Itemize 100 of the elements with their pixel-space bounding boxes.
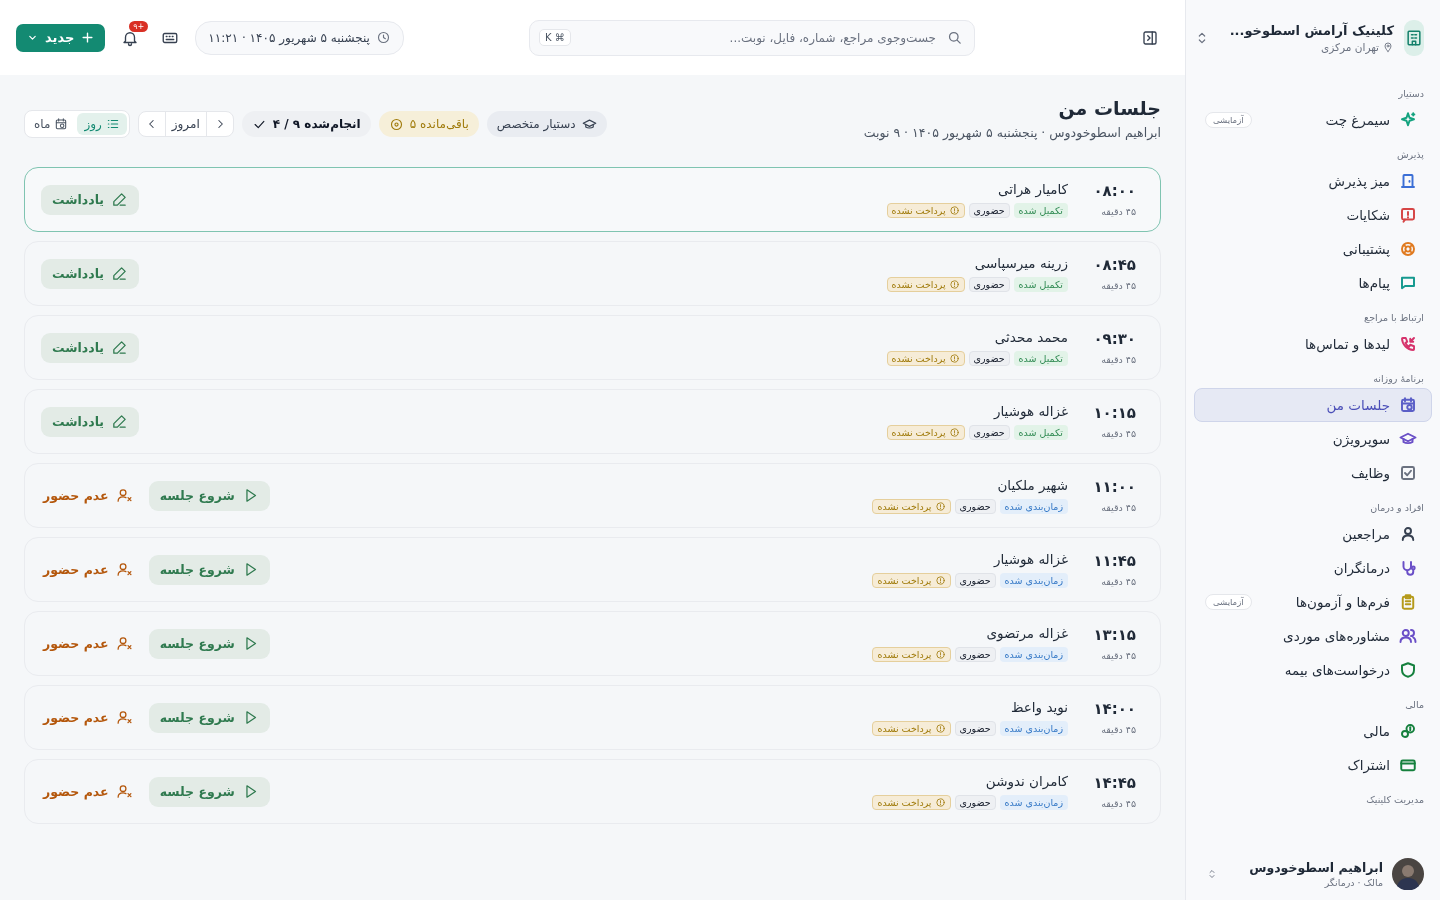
beta-badge: آزمایشی <box>1205 112 1252 128</box>
session-time: ۰۹:۳۰ <box>1092 330 1136 348</box>
info-icon <box>934 797 946 808</box>
sidebar-item[interactable]: جلسات من <box>1194 388 1432 422</box>
payment-tag: پرداخت نشده <box>886 351 965 366</box>
section-title: ارتباط با مراجع <box>1363 312 1425 323</box>
clinic-name: کلینیک آرامش اسطوخو... <box>1229 23 1394 38</box>
note-button[interactable]: یادداشت <box>41 406 140 437</box>
session-duration: ۴۵ دقیقه <box>1100 576 1136 587</box>
client-name: محمد محدثی <box>993 329 1068 345</box>
payment-tag: پرداخت نشده <box>872 721 951 736</box>
session-time: ۱۴:۴۵ <box>1092 774 1136 792</box>
sidebar-item[interactable]: سیمرغ چت آزمایشی <box>1194 103 1432 137</box>
start-session-button[interactable]: شروع جلسه <box>148 628 270 659</box>
note-button[interactable]: یادداشت <box>41 184 140 215</box>
sidebar-item[interactable]: مراجعین <box>1194 517 1432 551</box>
sidebar-item[interactable]: پیام‌ها <box>1194 266 1432 300</box>
start-session-button[interactable]: شروع جلسه <box>148 554 270 585</box>
assistant-chip[interactable]: دستیار متخصص <box>486 111 607 137</box>
session-time: ۰۸:۴۵ <box>1092 256 1136 274</box>
session-time: ۱۳:۱۵ <box>1092 626 1136 644</box>
session-duration: ۴۵ دقیقه <box>1100 280 1136 291</box>
session-card[interactable]: ۱۱:۴۵ ۴۵ دقیقه غزاله هوشیار زمان‌بندی شده حضوری پرداخت نشده شروع جلسه عدم حضور <box>24 537 1161 602</box>
location-pin-icon <box>1382 41 1394 53</box>
pencil-icon <box>111 339 129 356</box>
no-show-button[interactable]: عدم حضور <box>41 554 135 585</box>
sidebar-item[interactable]: مشاوره‌های موردی <box>1194 619 1432 653</box>
status-tag: زمان‌بندی شده <box>999 573 1068 588</box>
session-time: ۰۸:۰۰ <box>1092 182 1136 200</box>
sidebar-item-label: فرم‌ها و آزمون‌ها <box>1295 594 1390 610</box>
date-time: پنجشنبه ۵ شهریور ۱۴۰۵ · ۱۱:۲۱ <box>208 30 370 45</box>
start-session-button[interactable]: شروع جلسه <box>148 480 270 511</box>
session-card[interactable]: ۱۱:۰۰ ۴۵ دقیقه شهیر ملکیان زمان‌بندی شده حضوری پرداخت نشده شروع جلسه عدم حضور <box>24 463 1161 528</box>
info-icon <box>948 279 960 290</box>
session-card[interactable]: ۱۴:۴۵ ۴۵ دقیقه کامران ندوشن زمان‌بندی شده حضوری پرداخت نشده شروع جلسه عدم حضور <box>24 759 1161 824</box>
page-title: جلسات من <box>1057 97 1161 119</box>
session-card[interactable]: ۰۹:۳۰ ۴۵ دقیقه محمد محدثی تکمیل شده حضوری پرداخت نشده یادداشت <box>24 315 1161 380</box>
sidebar-item-label: میز پذیرش <box>1328 173 1390 189</box>
clinic-location: تهران مرکزی <box>1321 41 1379 53</box>
no-show-button[interactable]: عدم حضور <box>41 702 135 733</box>
mode-tag: حضوری <box>968 277 1010 292</box>
sidebar-item[interactable]: میز پذیرش <box>1194 164 1432 198</box>
status-tag: تکمیل شده <box>1013 203 1068 218</box>
view-tab[interactable]: روز <box>77 113 127 135</box>
plus-icon <box>80 30 96 45</box>
session-card[interactable]: ۰۸:۴۵ ۴۵ دقیقه زرینه میرسپاسی تکمیل شده حضوری پرداخت نشده یادداشت <box>24 241 1161 306</box>
status-tag: زمان‌بندی شده <box>999 499 1068 514</box>
sidebar-item-label: مالی <box>1363 723 1390 739</box>
remaining-chip: ۵ باقی‌مانده <box>378 111 479 137</box>
session-card[interactable]: ۱۴:۰۰ ۴۵ دقیقه نوید واعظ زمان‌بندی شده حضوری پرداخت نشده شروع جلسه عدم حضور <box>24 685 1161 750</box>
sidebar-item[interactable]: اشتراک <box>1194 748 1432 782</box>
start-session-button[interactable]: شروع جلسه <box>148 702 270 733</box>
client-name: نوید واعظ <box>1010 699 1068 715</box>
no-show-button[interactable]: عدم حضور <box>41 776 135 807</box>
note-button[interactable]: یادداشت <box>41 258 140 289</box>
session-card[interactable]: ۱۳:۱۵ ۴۵ دقیقه غزاله مرتضوی زمان‌بندی شده حضوری پرداخت نشده شروع جلسه عدم حضور <box>24 611 1161 676</box>
mode-tag: حضوری <box>954 721 996 736</box>
client-name: غزاله هوشیار <box>992 551 1068 567</box>
circle-dot-icon <box>388 116 404 132</box>
note-button[interactable]: یادداشت <box>41 332 140 363</box>
session-card[interactable]: ۱۰:۱۵ ۴۵ دقیقه غزاله هوشیار تکمیل شده حضوری پرداخت نشده یادداشت <box>24 389 1161 454</box>
avatar <box>1392 858 1424 890</box>
sidebar-item-label: مراجعین <box>1342 526 1390 542</box>
sidebar-item[interactable]: درمانگران <box>1194 551 1432 585</box>
page-subtitle: ابراهیم اسطوخودوس · پنجشنبه ۵ شهریور ۱۴۰۵ · ۹ نوبت <box>863 125 1161 140</box>
session-card[interactable]: ۰۸:۰۰ ۴۵ دقیقه کامیار هراتی تکمیل شده حضوری پرداخت نشده یادداشت <box>24 167 1161 232</box>
info-icon <box>948 353 960 364</box>
sidebar-item[interactable]: درخواست‌های بیمه <box>1194 653 1432 687</box>
info-icon <box>934 723 946 734</box>
user-x-icon <box>115 709 133 726</box>
user-x-icon <box>115 635 133 652</box>
sidebar-item-label: جلسات من <box>1326 397 1390 413</box>
pencil-icon <box>111 191 129 208</box>
sidebar-item[interactable]: مالی <box>1194 714 1432 748</box>
building-glyph <box>1404 28 1424 48</box>
view-tab[interactable]: ماه <box>27 113 76 135</box>
sidebar-item[interactable]: وظایف <box>1194 456 1432 490</box>
payment-tag: پرداخت نشده <box>886 203 965 218</box>
sidebar-item-label: لیدها و تماس‌ها <box>1305 336 1390 352</box>
section-title: افراد و درمان <box>1369 502 1425 513</box>
user-role: مالک · درمانگر <box>1323 877 1383 888</box>
new-button[interactable]: جدید <box>16 23 106 52</box>
start-session-button[interactable]: شروع جلسه <box>148 776 270 807</box>
sidebar-item[interactable]: پشتیبانی <box>1194 232 1432 266</box>
no-show-button[interactable]: عدم حضور <box>41 480 135 511</box>
client-name: کامیار هراتی <box>996 181 1068 197</box>
sidebar-item[interactable]: سوپرویژن <box>1194 422 1432 456</box>
no-show-button[interactable]: عدم حضور <box>41 628 135 659</box>
sidebar-item[interactable]: شکایات <box>1194 198 1432 232</box>
info-icon <box>934 501 946 512</box>
sidebar-item[interactable]: لیدها و تماس‌ها <box>1194 327 1432 361</box>
notifications-button[interactable]: ۹+ <box>115 22 146 53</box>
panel-icon <box>1141 28 1159 47</box>
mode-tag: حضوری <box>968 351 1010 366</box>
clock-icon <box>375 30 391 45</box>
sidebar-item[interactable]: فرم‌ها و آزمون‌ها آزمایشی <box>1194 585 1432 619</box>
sidebar-item-label: سیمرغ چت <box>1325 112 1390 128</box>
session-duration: ۴۵ دقیقه <box>1100 798 1136 809</box>
user-x-icon <box>115 783 133 800</box>
mode-tag: حضوری <box>954 795 996 810</box>
